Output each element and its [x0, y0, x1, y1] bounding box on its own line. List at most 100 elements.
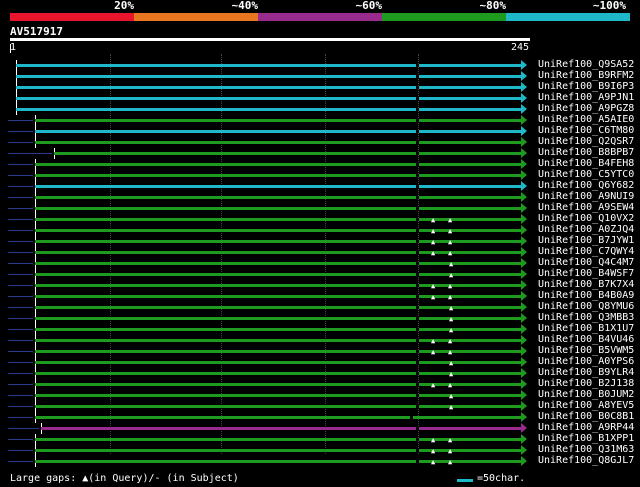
query-gap-marker: ▲ [448, 293, 453, 301]
query-id: AV517917 [10, 25, 63, 38]
hit-end-arrow [521, 434, 527, 444]
unaligned-region [8, 230, 33, 231]
hit-end-arrow [521, 159, 527, 169]
hit-end-arrow [521, 313, 527, 323]
subject-gap [416, 350, 419, 353]
unaligned-region [8, 329, 33, 330]
hit-row: ▲ ▲ UniRef100_Q8GJL7 [0, 455, 640, 467]
subject-gap [416, 328, 419, 331]
hit-end-arrow [521, 247, 527, 257]
query-gap-marker: ▲ [431, 348, 436, 356]
legend-bar [382, 13, 506, 21]
subject-gap [416, 75, 419, 78]
hit-alignment-bar[interactable] [16, 75, 521, 78]
hit-end-arrow [521, 60, 527, 70]
hit-alignment-bar[interactable] [16, 64, 521, 67]
hit-alignment-bar[interactable] [16, 97, 521, 100]
subject-gap [416, 141, 419, 144]
hit-end-arrow [521, 412, 527, 422]
query-gap-marker: ▲ [448, 238, 453, 246]
query-gap-marker: ▲ [448, 337, 453, 345]
subject-gap [416, 163, 419, 166]
query-gap-marker: ▲ [448, 447, 453, 455]
query-gap-marker: ▲ [431, 337, 436, 345]
hit-end-arrow [521, 401, 527, 411]
subject-gap [416, 152, 419, 155]
unaligned-region [8, 318, 33, 319]
subject-gap [416, 86, 419, 89]
hit-alignment-bar[interactable] [35, 185, 521, 188]
hit-end-arrow [521, 181, 527, 191]
subject-gap [416, 119, 419, 122]
hit-end-arrow [521, 346, 527, 356]
unaligned-region [8, 395, 33, 396]
hit-alignment-bar[interactable] [35, 141, 521, 144]
hit-end-arrow [521, 115, 527, 125]
hit-name-link[interactable]: UniRef100_Q8GJL7 [538, 455, 634, 467]
unaligned-region [8, 142, 33, 143]
hit-alignment-bar[interactable] [35, 174, 521, 177]
hit-alignment-bar[interactable] [35, 163, 521, 166]
hit-end-arrow [521, 126, 527, 136]
query-gap-marker: ▲ [448, 348, 453, 356]
unaligned-region [8, 274, 33, 275]
legend-label: 20% [114, 0, 134, 12]
hit-end-arrow [521, 423, 527, 433]
unaligned-region [8, 406, 33, 407]
legend-label: ~80% [479, 0, 507, 12]
subject-gap [410, 416, 413, 419]
unaligned-region [8, 285, 33, 286]
hit-alignment-bar[interactable] [41, 427, 521, 430]
query-gap-marker: ▲ [431, 249, 436, 257]
hit-end-arrow [521, 390, 527, 400]
unaligned-region [8, 417, 33, 418]
hit-end-arrow [521, 368, 527, 378]
subject-gap [416, 306, 419, 309]
hit-end-arrow [521, 236, 527, 246]
subject-gap [416, 130, 419, 133]
query-gap-marker: ▲ [431, 447, 436, 455]
hit-end-arrow [521, 93, 527, 103]
unaligned-region [8, 351, 33, 352]
subject-gap [416, 64, 419, 67]
hit-alignment-bar[interactable] [35, 130, 521, 133]
query-gap-marker: ▲ [431, 436, 436, 444]
query-gap-marker: ▲ [448, 249, 453, 257]
query-gap-marker: ▲ [431, 227, 436, 235]
legend-label: ~100% [592, 0, 626, 12]
query-gap-marker: ▲ [448, 381, 453, 389]
query-gap-marker: ▲ [448, 458, 453, 466]
query-gap-marker: ▲ [431, 216, 436, 224]
unaligned-region [8, 384, 33, 385]
subject-gap [416, 295, 419, 298]
subject-gap [416, 383, 419, 386]
query-gap-marker: ▲ [448, 216, 453, 224]
hit-alignment-bar[interactable] [35, 196, 521, 199]
subject-gap [416, 229, 419, 232]
subject-gap [416, 339, 419, 342]
unaligned-region [8, 450, 33, 451]
query-gap-marker: ▲ [448, 282, 453, 290]
unaligned-region [8, 263, 33, 264]
subject-gap [416, 240, 419, 243]
hit-alignment-bar[interactable] [35, 416, 521, 419]
subject-gap [416, 460, 419, 463]
hit-alignment-bar[interactable] [16, 108, 521, 111]
hit-alignment-bar[interactable] [35, 207, 521, 210]
hit-alignment-bar[interactable] [54, 152, 521, 155]
legend-bar [258, 13, 382, 21]
hit-end-arrow [521, 82, 527, 92]
hit-end-arrow [521, 357, 527, 367]
subject-gap [416, 394, 419, 397]
subject-gap [416, 251, 419, 254]
hit-end-arrow [521, 302, 527, 312]
hit-end-arrow [521, 203, 527, 213]
hit-end-arrow [521, 269, 527, 279]
hit-alignment-bar[interactable] [35, 119, 521, 122]
hit-alignment-bar[interactable] [16, 86, 521, 89]
unaligned-region [8, 153, 52, 154]
subject-gap [416, 185, 419, 188]
unaligned-region [8, 340, 33, 341]
hit-end-arrow [521, 335, 527, 345]
query-gap-marker: ▲ [449, 260, 454, 268]
